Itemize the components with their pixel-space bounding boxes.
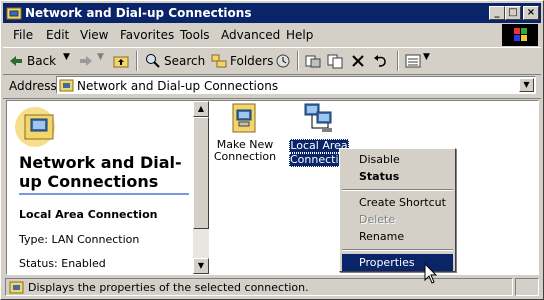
close-button[interactable]: × — [523, 6, 539, 20]
back-button[interactable]: Back — [27, 54, 56, 68]
address-label: Address — [9, 79, 57, 93]
scroll-up-icon[interactable]: ▲ — [193, 101, 209, 117]
forward-dropdown-icon[interactable]: ▼ — [97, 52, 104, 62]
window-title: Network and Dial-up Connections — [25, 6, 252, 20]
folders-icon[interactable] — [211, 53, 227, 69]
menu-file[interactable]: File — [13, 28, 33, 42]
menu-item-rename[interactable]: Rename — [342, 228, 453, 245]
explorer-window: Network and Dial-up Connections _ □ × Fi… — [0, 0, 544, 300]
history-icon[interactable] — [275, 53, 291, 69]
windows-logo-icon — [502, 24, 538, 46]
minimize-button[interactable]: _ — [489, 6, 505, 20]
undo-icon[interactable] — [373, 54, 389, 68]
views-icon[interactable] — [405, 53, 421, 69]
toolbar-separator — [397, 51, 399, 71]
delete-icon[interactable] — [351, 54, 365, 68]
menu-item-create-shortcut[interactable]: Create Shortcut — [342, 194, 453, 211]
item-label-line2: Connection — [213, 150, 277, 163]
status-bar: Displays the properties of the selected … — [3, 277, 541, 297]
scroll-down-icon[interactable]: ▼ — [193, 258, 209, 274]
network-connections-banner-icon — [15, 107, 55, 147]
address-value: Network and Dial-up Connections — [77, 79, 279, 93]
network-folder-icon — [6, 7, 22, 20]
search-icon[interactable] — [145, 53, 161, 69]
connection-type: Type: LAN Connection — [19, 233, 140, 246]
menu-edit[interactable]: Edit — [46, 28, 69, 42]
wizard-icon — [232, 103, 256, 133]
menu-favorites[interactable]: Favorites — [120, 28, 174, 42]
address-bar: Address Network and Dial-up Connections … — [3, 74, 541, 99]
selected-item-name: Local Area Connection — [19, 208, 158, 221]
address-dropdown-icon[interactable]: ▼ — [519, 78, 534, 92]
back-arrow-icon[interactable] — [9, 54, 23, 68]
menu-separator — [342, 189, 453, 191]
menu-view[interactable]: View — [80, 28, 108, 42]
copy-to-icon[interactable] — [327, 53, 343, 69]
menu-bar: File Edit View Favorites Tools Advanced … — [3, 25, 541, 45]
maximize-button[interactable]: □ — [505, 6, 521, 20]
menu-item-disable[interactable]: Disable — [342, 151, 453, 168]
network-folder-icon — [59, 79, 74, 92]
menu-item-delete: Delete — [359, 213, 396, 226]
title-underline — [19, 193, 189, 195]
views-dropdown-icon[interactable]: ▼ — [423, 52, 430, 62]
search-button[interactable]: Search — [164, 54, 205, 68]
make-new-connection-item[interactable]: Make New Connection — [213, 102, 277, 163]
connection-status: Status: Enabled — [19, 257, 106, 270]
vertical-scrollbar[interactable]: ▲ ▼ — [193, 101, 209, 274]
scroll-thumb[interactable] — [193, 117, 209, 229]
back-dropdown-icon[interactable]: ▼ — [63, 52, 70, 62]
move-to-icon[interactable] — [305, 53, 321, 69]
status-text: Displays the properties of the selected … — [28, 281, 309, 294]
network-connection-icon — [304, 103, 332, 132]
standard-toolbar: Back ▼ ▼ Search Folders ▼ — [3, 47, 541, 75]
folder-view: Network and Dial-up Connections Local Ar… — [6, 100, 539, 275]
menu-item-status[interactable]: Status — [342, 168, 453, 185]
up-folder-icon[interactable] — [113, 53, 129, 69]
address-field[interactable]: Network and Dial-up Connections ▼ — [56, 76, 536, 94]
title-bar[interactable]: Network and Dial-up Connections _ □ × — [3, 3, 541, 23]
menu-advanced[interactable]: Advanced — [221, 28, 280, 42]
menu-help[interactable]: Help — [286, 28, 313, 42]
pane-title: Network and Dial-up Connections — [19, 153, 182, 191]
toolbar-separator — [136, 51, 138, 71]
menu-tools[interactable]: Tools — [180, 28, 210, 42]
context-menu: Disable Status Create Shortcut Delete Re… — [339, 148, 456, 272]
forward-arrow-icon[interactable] — [79, 54, 93, 68]
folders-button[interactable]: Folders — [230, 54, 273, 68]
status-grip[interactable] — [515, 278, 539, 296]
mouse-cursor-icon — [424, 263, 438, 284]
network-folder-icon — [9, 281, 24, 294]
menu-separator — [342, 249, 453, 251]
web-view-pane: Network and Dial-up Connections Local Ar… — [7, 101, 193, 274]
toolbar-separator — [297, 51, 299, 71]
